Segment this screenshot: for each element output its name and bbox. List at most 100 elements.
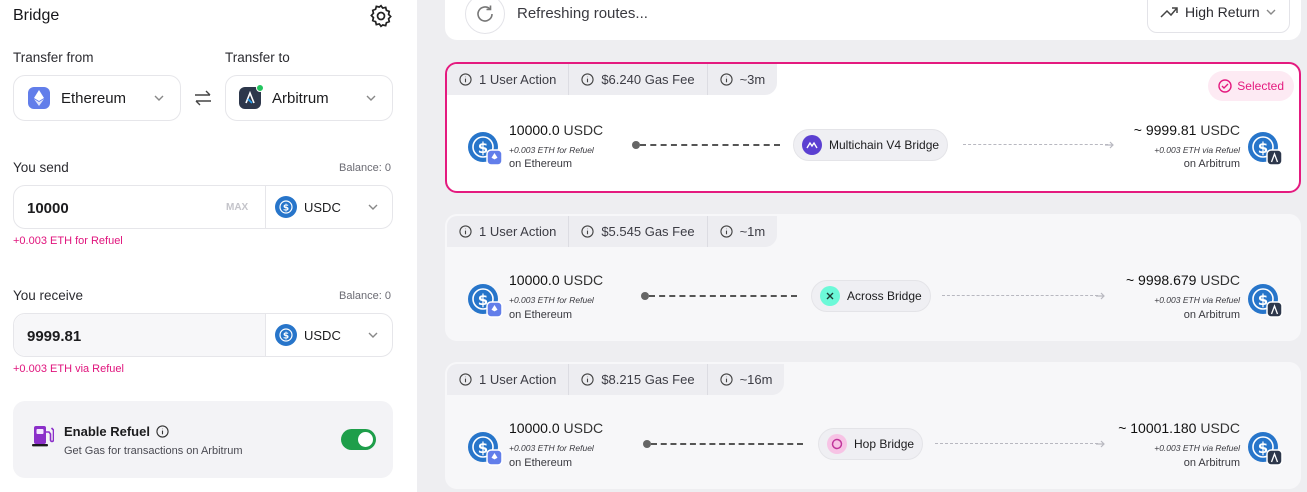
route-start-dot <box>643 440 651 448</box>
route-gas-fee: $8.215 Gas Fee <box>569 364 708 395</box>
route-start-dot <box>632 141 640 149</box>
usdc-ethereum-icon: $ <box>467 428 507 468</box>
routes-0-gas: $6.240 Gas Fee <box>601 72 695 87</box>
send-amount-field[interactable]: 10000 MAX $ USDC <box>13 185 393 229</box>
arrow-right-icon <box>1096 440 1105 448</box>
svg-text:$: $ <box>283 204 289 214</box>
route-send-chain: on Ethereum <box>509 158 572 170</box>
chevron-down-icon <box>1266 9 1276 15</box>
routes-2-gas: $8.215 Gas Fee <box>601 372 695 387</box>
send-refuel-note: +0.003 ETH for Refuel <box>13 235 123 247</box>
usdc-ethereum-icon: $ <box>467 128 507 168</box>
info-icon <box>459 373 472 386</box>
bridge-pill-across: Across Bridge <box>811 280 931 312</box>
routes-1-send_amount: 10000.0 <box>509 272 560 288</box>
route-receive-amount: ~ 10001.180 USDC <box>1118 420 1240 436</box>
route-receive-chain: on Arbitrum <box>1183 158 1240 170</box>
send-label: You send <box>13 160 69 175</box>
to-chain-select[interactable]: Arbitrum <box>225 75 393 121</box>
panel-title: Bridge <box>13 7 60 24</box>
usdc-ethereum-icon: $ <box>467 280 507 320</box>
gear-icon[interactable] <box>368 3 394 29</box>
route-send-refuel: +0.003 ETH for Refuel <box>509 145 594 155</box>
routes-2-bridge: Hop Bridge <box>854 437 915 451</box>
info-icon <box>581 373 594 386</box>
info-icon <box>581 225 594 238</box>
bridge-pill-hop: Hop Bridge <box>818 428 924 460</box>
sort-select[interactable]: High Return <box>1147 0 1290 33</box>
usdc-arbitrum-icon: $ <box>1247 280 1287 320</box>
receive-refuel-note: +0.003 ETH via Refuel <box>13 363 124 375</box>
route-send-amount: 10000.0 USDC <box>509 122 603 138</box>
route-card-across[interactable]: 1 User Action $5.545 Gas Fee ~1m $ 10000… <box>445 214 1301 341</box>
route-time: ~1m <box>708 216 778 247</box>
route-path-line <box>942 295 1098 296</box>
send-balance: Balance: 0 <box>339 162 391 174</box>
route-card-multichain[interactable]: 1 User Action $6.240 Gas Fee ~3m Selecte… <box>445 62 1301 193</box>
route-receive-refuel: +0.003 ETH via Refuel <box>1154 443 1240 453</box>
to-chain-name: Arbitrum <box>272 89 329 107</box>
hop-icon <box>827 434 847 454</box>
multichain-icon <box>802 135 822 155</box>
routes-0-bridge: Multichain V4 Bridge <box>829 138 940 152</box>
route-send-refuel: +0.003 ETH for Refuel <box>509 295 594 305</box>
refuel-toggle[interactable] <box>341 429 376 450</box>
info-icon[interactable] <box>156 425 169 438</box>
info-icon <box>719 73 733 86</box>
route-send-amount: 10000.0 USDC <box>509 272 603 288</box>
swap-icon[interactable] <box>193 89 213 107</box>
check-circle-icon <box>1218 79 1232 93</box>
route-receive-chain: on Arbitrum <box>1183 457 1240 469</box>
routes-1-gas: $5.545 Gas Fee <box>601 224 695 239</box>
route-time: ~3m <box>708 64 778 95</box>
route-receive-chain: on Arbitrum <box>1183 309 1240 321</box>
route-receive-refuel: +0.003 ETH via Refuel <box>1154 145 1240 155</box>
info-icon <box>459 73 472 86</box>
route-path-line <box>935 443 1098 444</box>
receive-amount-field: 9999.81 $ USDC <box>13 313 393 357</box>
routes-1-time: ~1m <box>739 224 766 239</box>
usdc-arbitrum-icon: $ <box>1247 128 1287 168</box>
routes-0-actions: 1 User Action <box>479 72 557 87</box>
routes-0-time: ~3m <box>739 72 766 87</box>
routes-0-receive_token: USDC <box>1200 122 1240 138</box>
routes-1-actions: 1 User Action <box>479 224 557 239</box>
transfer-to-label: Transfer to <box>225 50 290 65</box>
receive-token-name: USDC <box>304 327 341 343</box>
from-chain-select[interactable]: Ethereum <box>13 75 181 121</box>
chevron-down-icon <box>368 332 378 338</box>
info-icon <box>459 225 472 238</box>
usdc-arbitrum-icon: $ <box>1247 428 1287 468</box>
route-send-refuel: +0.003 ETH for Refuel <box>509 443 594 453</box>
receive-balance: Balance: 0 <box>339 290 391 302</box>
refresh-button[interactable] <box>465 0 505 34</box>
routes-2-send_token: USDC <box>563 420 604 436</box>
route-start-dot <box>641 292 649 300</box>
receive-amount-value: 9999.81 <box>27 328 82 345</box>
chevron-down-icon <box>366 95 376 101</box>
route-send-amount: 10000.0 USDC <box>509 420 603 436</box>
route-meta-tabs: 1 User Action $8.215 Gas Fee ~16m <box>447 364 785 395</box>
routes-1-bridge: Across Bridge <box>847 289 922 303</box>
route-actions: 1 User Action <box>447 364 570 395</box>
ethereum-icon <box>28 87 50 109</box>
routes-0-selected_label: Selected <box>1237 79 1284 93</box>
route-path-line <box>963 144 1108 145</box>
route-meta-tabs: 1 User Action $5.545 Gas Fee ~1m <box>447 216 778 247</box>
transfer-from-label: Transfer from <box>13 50 94 65</box>
routes-1-receive_amount: ~ 9998.679 <box>1125 272 1197 288</box>
route-time: ~16m <box>708 364 785 395</box>
selected-badge: Selected <box>1208 71 1294 101</box>
svg-text:$: $ <box>283 332 289 342</box>
routes-0-send_amount: 10000.0 <box>509 122 560 138</box>
connected-dot <box>256 84 264 92</box>
route-card-hop[interactable]: 1 User Action $8.215 Gas Fee ~16m $ 1000… <box>445 362 1301 489</box>
info-icon <box>719 225 733 238</box>
info-icon <box>581 73 594 86</box>
route-gas-fee: $6.240 Gas Fee <box>569 64 708 95</box>
route-send-chain: on Ethereum <box>509 457 572 469</box>
max-button[interactable]: MAX <box>226 202 248 213</box>
send-token-select[interactable]: $ USDC <box>266 186 393 228</box>
receive-token-select[interactable]: $ USDC <box>266 314 393 356</box>
routes-2-receive_amount: ~ 10001.180 <box>1118 420 1197 436</box>
